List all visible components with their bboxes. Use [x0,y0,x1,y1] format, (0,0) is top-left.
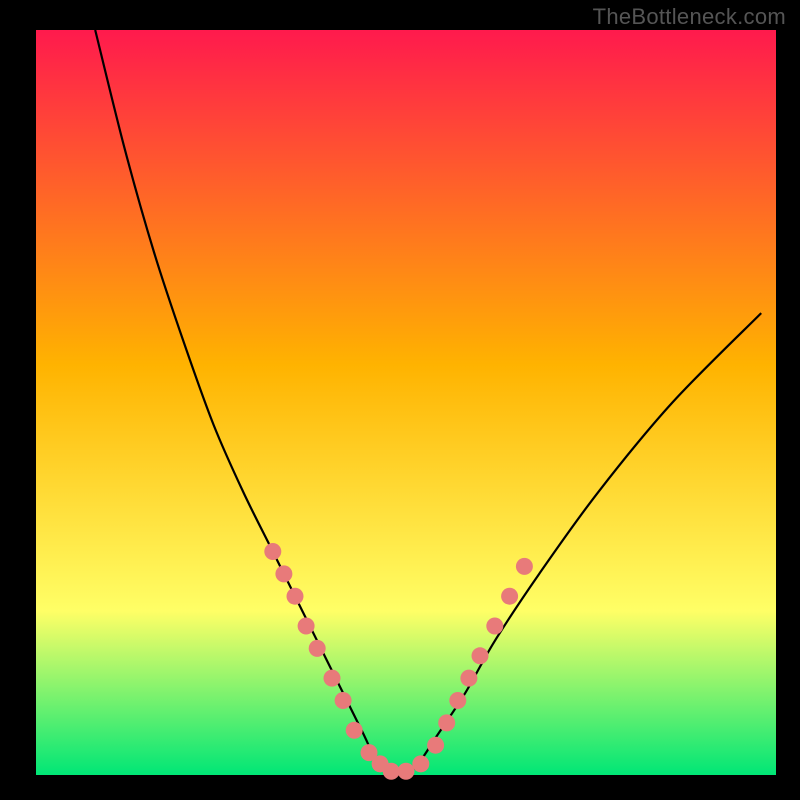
highlight-dot [438,714,455,731]
highlight-dot [398,763,415,780]
highlight-dot [501,588,518,605]
attribution-label: TheBottleneck.com [593,4,786,30]
highlight-dot [383,763,400,780]
bottleneck-chart [0,0,800,800]
highlight-dot [449,692,466,709]
highlight-dot [427,737,444,754]
highlight-dot [298,618,315,635]
highlight-dot [324,670,341,687]
highlight-dot [460,670,477,687]
highlight-dot [412,755,429,772]
highlight-dot [516,558,533,575]
highlight-dot [472,647,489,664]
highlight-dot [309,640,326,657]
highlight-dot [346,722,363,739]
highlight-dot [264,543,281,560]
highlight-dot [287,588,304,605]
highlight-dot [335,692,352,709]
chart-frame: TheBottleneck.com [0,0,800,800]
gradient-background [36,30,776,775]
highlight-dot [486,618,503,635]
highlight-dot [275,565,292,582]
